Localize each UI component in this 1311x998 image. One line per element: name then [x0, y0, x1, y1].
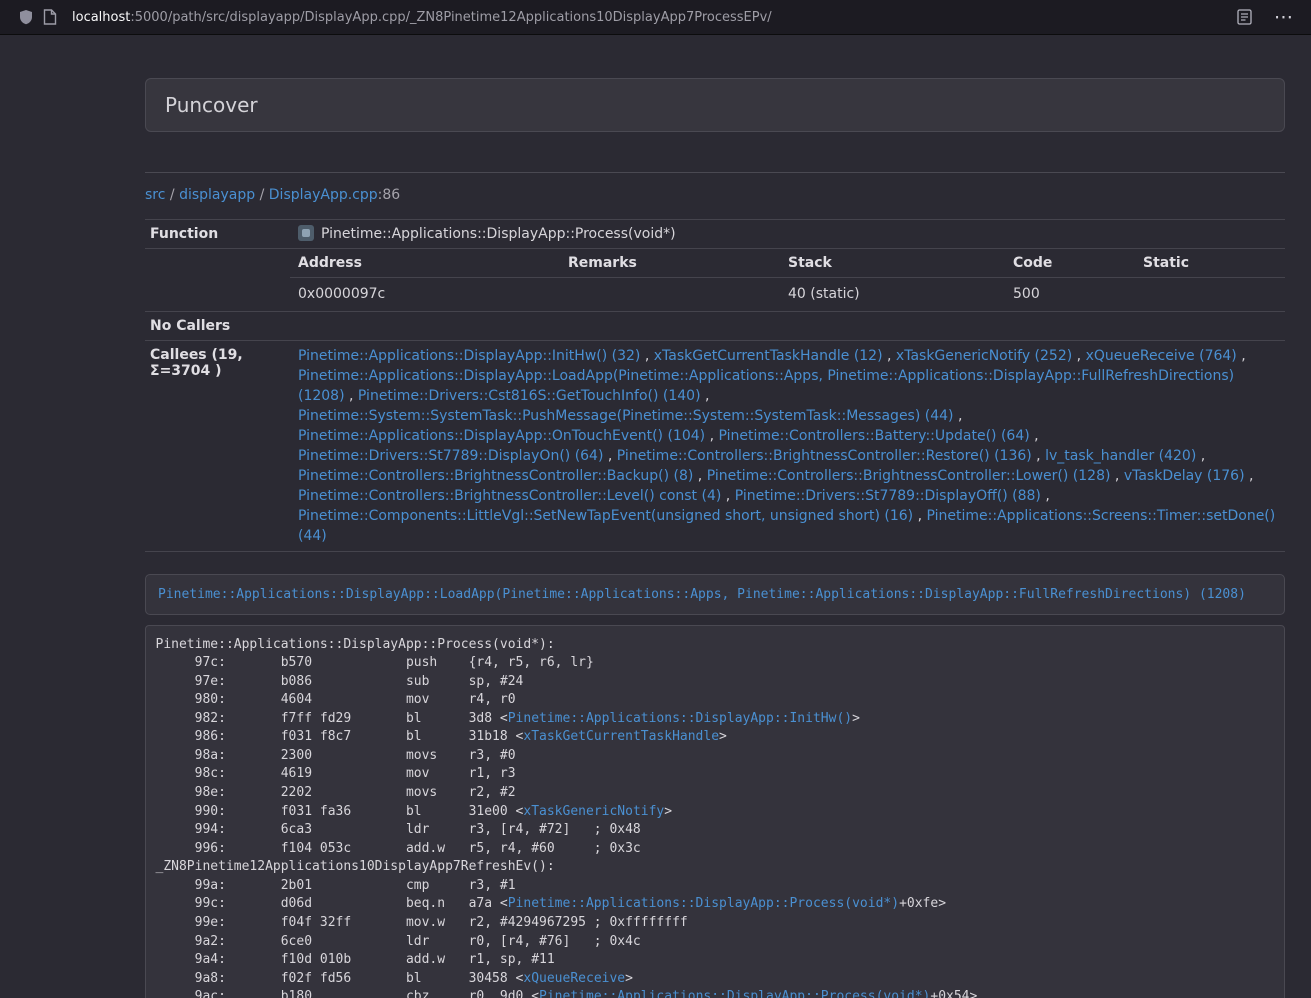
page-content: Puncover src / displayapp / DisplayApp.c… — [145, 78, 1285, 998]
callee-separator: , — [1237, 348, 1246, 364]
no-callers-label: No Callers — [145, 312, 290, 341]
symbol-link[interactable]: Pinetime::Applications::DisplayApp::Init… — [508, 711, 852, 726]
stats-value-row: 0x0000097c 40 (static) 500 — [290, 278, 1285, 312]
remarks-value — [560, 278, 780, 312]
reader-view-icon[interactable] — [1232, 5, 1256, 29]
breadcrumb-link[interactable]: DisplayApp.cpp — [269, 187, 378, 203]
callee-separator: , — [345, 388, 358, 404]
symbol-link[interactable]: xTaskGetCurrentTaskHandle — [523, 729, 719, 744]
callee-link[interactable]: Pinetime::Drivers::St7789::DisplayOn() (… — [298, 448, 603, 464]
callee-link[interactable]: Pinetime::System::SystemTask::PushMessag… — [298, 408, 954, 424]
selected-symbol-link[interactable]: Pinetime::Applications::DisplayApp::Load… — [158, 587, 1246, 602]
url-bar[interactable]: localhost:5000/path/src/displayapp/Displ… — [72, 10, 1222, 25]
callee-separator: , — [1072, 348, 1085, 364]
callee-separator: , — [1032, 448, 1045, 464]
page-info-icon[interactable] — [38, 5, 62, 29]
function-row: Function Pinetime::Applications::Display… — [145, 220, 1285, 249]
callees-label: Callees (19, Σ=3704 ) — [145, 341, 290, 552]
callee-separator: , — [640, 348, 653, 364]
callee-separator: , — [701, 388, 710, 404]
tracking-protection-shield-icon[interactable] — [14, 5, 38, 29]
callee-link[interactable]: Pinetime::Applications::DisplayApp::Init… — [298, 348, 640, 364]
callee-separator: , — [705, 428, 718, 444]
callee-separator: , — [1041, 488, 1050, 504]
callee-link[interactable]: Pinetime::Controllers::BrightnessControl… — [298, 488, 721, 504]
callee-separator: , — [693, 468, 706, 484]
callees-row: Callees (19, Σ=3704 ) Pinetime::Applicat… — [145, 341, 1285, 552]
callee-link[interactable]: Pinetime::Drivers::St7789::DisplayOff() … — [735, 488, 1041, 504]
callee-link[interactable]: xTaskGetCurrentTaskHandle (12) — [654, 348, 883, 364]
column-code: Code — [1005, 249, 1135, 278]
callee-separator: , — [1245, 468, 1254, 484]
stats-row: Address Remarks Stack Code Static 0x0000… — [145, 249, 1285, 312]
browser-toolbar: localhost:5000/path/src/displayapp/Displ… — [0, 0, 1311, 35]
stats-header-row: Address Remarks Stack Code Static — [290, 249, 1285, 278]
function-label: Function — [145, 220, 290, 249]
callee-link[interactable]: Pinetime::Drivers::Cst816S::GetTouchInfo… — [358, 388, 701, 404]
callee-link[interactable]: Pinetime::Controllers::BrightnessControl… — [617, 448, 1032, 464]
callee-link[interactable]: Pinetime::Components::LittleVgl::SetNewT… — [298, 508, 913, 524]
callee-separator: , — [603, 448, 616, 464]
url-host: localhost — [72, 10, 130, 25]
callee-link[interactable]: xQueueReceive (764) — [1086, 348, 1237, 364]
column-address: Address — [290, 249, 560, 278]
breadcrumb-link[interactable]: src — [145, 187, 165, 203]
address-value: 0x0000097c — [290, 278, 560, 312]
selected-symbol-panel: Pinetime::Applications::DisplayApp::Load… — [145, 574, 1285, 615]
symbol-link[interactable]: Pinetime::Applications::DisplayApp::Proc… — [508, 896, 899, 911]
breadcrumb-separator: / — [165, 187, 179, 203]
code-size-value: 500 — [1005, 278, 1135, 312]
function-name: Pinetime::Applications::DisplayApp::Proc… — [321, 226, 676, 242]
callee-link[interactable]: Pinetime::Applications::DisplayApp::OnTo… — [298, 428, 705, 444]
callee-separator: , — [913, 508, 926, 524]
no-callers-row: No Callers — [145, 312, 1285, 341]
callee-separator: , — [954, 408, 963, 424]
static-value — [1135, 278, 1285, 312]
callee-separator: , — [1030, 428, 1039, 444]
callees-list: Pinetime::Applications::DisplayApp::Init… — [290, 341, 1285, 552]
stats-table: Address Remarks Stack Code Static 0x0000… — [290, 249, 1285, 311]
app-title-panel: Puncover — [145, 78, 1285, 132]
callee-separator: , — [721, 488, 734, 504]
breadcrumb-separator: / — [255, 187, 269, 203]
stack-value: 40 (static) — [780, 278, 1005, 312]
callee-link[interactable]: vTaskDelay (176) — [1124, 468, 1245, 484]
symbol-link[interactable]: xTaskGenericNotify — [523, 804, 664, 819]
column-static: Static — [1135, 249, 1285, 278]
symbol-link[interactable]: Pinetime::Applications::DisplayApp::Proc… — [539, 989, 930, 998]
column-stack: Stack — [780, 249, 1005, 278]
callee-link[interactable]: Pinetime::Controllers::Battery::Update()… — [718, 428, 1029, 444]
breadcrumb-line-number: :86 — [378, 187, 401, 203]
divider — [145, 172, 1285, 173]
callee-link[interactable]: xTaskGenericNotify (252) — [896, 348, 1072, 364]
callee-separator: , — [1110, 468, 1123, 484]
callee-separator: , — [1196, 448, 1205, 464]
breadcrumb-link[interactable]: displayapp — [179, 187, 255, 203]
more-menu-icon[interactable]: ⋯ — [1270, 8, 1297, 27]
column-remarks: Remarks — [560, 249, 780, 278]
callee-separator: , — [883, 348, 896, 364]
disassembly-code: Pinetime::Applications::DisplayApp::Proc… — [145, 625, 1285, 998]
symbol-link[interactable]: xQueueReceive — [523, 971, 625, 986]
callee-link[interactable]: Pinetime::Controllers::BrightnessControl… — [707, 468, 1111, 484]
callee-link[interactable]: lv_task_handler (420) — [1045, 448, 1196, 464]
function-type-icon — [298, 225, 314, 241]
page-title: Puncover — [165, 93, 258, 117]
stats-row-label — [145, 249, 290, 312]
function-table: Function Pinetime::Applications::Display… — [145, 219, 1285, 552]
callee-link[interactable]: Pinetime::Controllers::BrightnessControl… — [298, 468, 693, 484]
breadcrumb: src / displayapp / DisplayApp.cpp:86 — [145, 185, 1285, 205]
url-path: :5000/path/src/displayapp/DisplayApp.cpp… — [130, 10, 771, 25]
